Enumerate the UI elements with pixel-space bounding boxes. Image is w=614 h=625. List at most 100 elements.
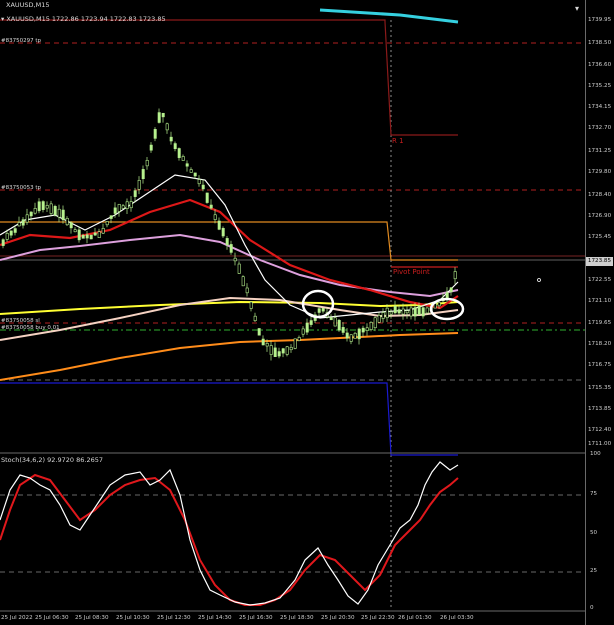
- candle-body: [293, 338, 297, 349]
- candle-body: [25, 214, 29, 223]
- candle-body: [21, 219, 25, 226]
- candle-body: [261, 338, 265, 346]
- candle-body: [5, 233, 9, 240]
- price-axis-label: 1713.85: [588, 406, 612, 412]
- time-axis-label: 25 Jul 06:30: [35, 615, 69, 621]
- candle-body: [117, 204, 121, 212]
- candle-body: [157, 112, 161, 123]
- candle-body: [281, 348, 285, 354]
- candle-body: [417, 305, 421, 316]
- order-tag-sl[interactable]: #83750058 sl: [1, 318, 40, 324]
- r1-label: R 1: [392, 137, 404, 145]
- candle-body: [201, 184, 205, 190]
- candle-body: [253, 315, 257, 321]
- candle-body: [181, 156, 185, 161]
- order-tag-tp-top[interactable]: #83750297 tp: [1, 38, 41, 44]
- order-tag-tp-mid[interactable]: #83750053 tp: [1, 185, 41, 191]
- candle-body: [149, 144, 153, 151]
- s1-line: [0, 382, 458, 456]
- candle-body: [33, 208, 37, 214]
- candle-body: [81, 235, 85, 239]
- candle-body: [341, 327, 345, 333]
- candle-body: [421, 307, 425, 317]
- candle-body: [61, 209, 65, 221]
- chart-marker: [537, 278, 541, 282]
- candle-body: [289, 346, 293, 351]
- chart-scroll-icon[interactable]: ▾: [575, 4, 579, 13]
- candle-body: [17, 222, 21, 227]
- price-axis-label: 1712.40: [588, 427, 612, 433]
- candle-body: [97, 231, 101, 238]
- stoch-axis-label: 50: [590, 530, 598, 536]
- chart-title-tab[interactable]: XAUUSD,M15: [6, 1, 50, 9]
- candle-body: [221, 228, 225, 237]
- candle-body: [9, 230, 13, 236]
- candle-body: [13, 228, 17, 233]
- candle-body: [53, 206, 57, 216]
- candle-body: [233, 257, 237, 262]
- candle-body: [121, 205, 125, 209]
- candle-body: [349, 334, 353, 342]
- stoch-axis-label: 0: [590, 605, 594, 611]
- candle-body: [357, 328, 361, 340]
- candle-body: [161, 112, 165, 118]
- candle-body: [245, 287, 249, 294]
- candle-body: [229, 244, 233, 253]
- candle-body: [169, 136, 173, 142]
- price-axis-label: 1735.25: [588, 83, 612, 89]
- r1-line: [0, 19, 458, 136]
- candle-body: [129, 201, 133, 209]
- candle-body: [197, 179, 201, 185]
- chart-window[interactable]: XAUUSD,M15 ▾ XAUUSD,M15 1722.86 1723.94 …: [0, 0, 614, 625]
- candle-body: [213, 214, 217, 220]
- stoch-label: Stoch(34,6,2) 92.9720 86.2657: [1, 456, 103, 464]
- candle-body: [89, 234, 93, 240]
- candle-body: [309, 320, 313, 325]
- candle-body: [153, 129, 157, 139]
- candle-body: [41, 201, 45, 210]
- price-axis-label: 1734.15: [588, 104, 612, 110]
- chart-symbol-line: ▾ XAUUSD,M15 1722.86 1723.94 1722.83 172…: [1, 15, 166, 23]
- candle-body: [109, 215, 113, 219]
- candle-body: [389, 311, 393, 315]
- candle-body: [177, 148, 181, 158]
- time-axis-label: 25 Jul 2022: [1, 615, 33, 621]
- candle-body: [353, 332, 357, 339]
- candle-body: [189, 169, 193, 173]
- symbol-ohlc-text: XAUUSD,M15 1722.86 1723.94 1722.83 1723.…: [6, 15, 166, 23]
- time-axis-label: 25 Jul 08:30: [75, 615, 109, 621]
- candle-body: [305, 322, 309, 333]
- candle-body: [65, 218, 69, 226]
- candle-body: [145, 160, 149, 167]
- candle-body: [413, 307, 417, 317]
- order-tag-buy[interactable]: #83750058 buy 0.01: [1, 325, 60, 331]
- candle-body: [385, 307, 389, 319]
- candle-body: [113, 207, 117, 214]
- price-axis-label: 1721.10: [588, 298, 612, 304]
- price-axis-label: 1728.40: [588, 192, 612, 198]
- candle-body: [437, 302, 441, 307]
- candle-body: [193, 172, 197, 177]
- time-axis-label: 26 Jul 01:30: [398, 615, 432, 621]
- candle-body: [173, 143, 177, 150]
- candle-body: [217, 220, 221, 230]
- stoch-axis-label: 75: [590, 491, 598, 497]
- candle-body: [409, 307, 413, 317]
- price-axis-label: 1719.65: [588, 320, 612, 326]
- candle-body: [449, 287, 453, 293]
- stoch-axis-label: 100: [590, 451, 601, 457]
- chart-canvas[interactable]: [0, 0, 614, 625]
- candle-body: [73, 229, 77, 233]
- time-axis-label: 25 Jul 16:30: [239, 615, 273, 621]
- candle-body: [37, 201, 41, 212]
- candle-body: [69, 222, 73, 229]
- price-axis-label: 1736.60: [588, 62, 612, 68]
- candle-body: [105, 221, 109, 226]
- candle-body: [393, 305, 397, 314]
- candle-body: [381, 312, 385, 319]
- price-axis-label: 1738.50: [588, 40, 612, 46]
- candle-body: [85, 234, 89, 239]
- candle-body: [317, 308, 321, 313]
- ema-peach-line: [0, 296, 459, 341]
- candle-body: [365, 327, 369, 331]
